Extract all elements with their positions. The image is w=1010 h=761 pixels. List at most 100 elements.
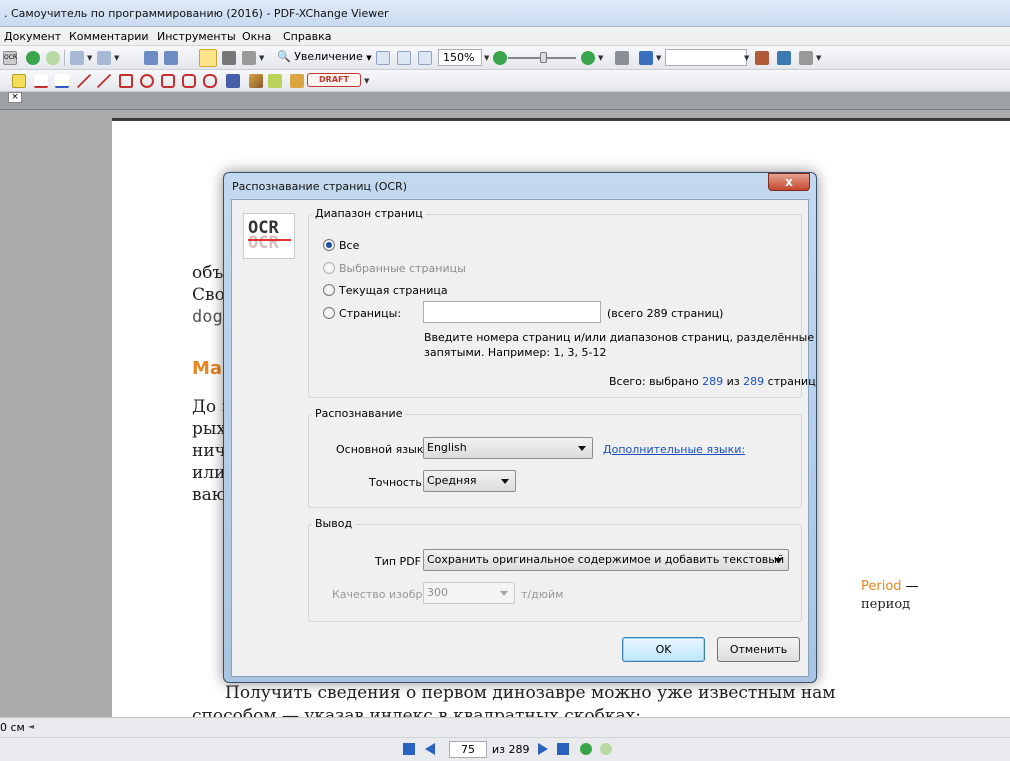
page-text-line: нич bbox=[192, 441, 226, 461]
hand-tool-icon[interactable] bbox=[199, 49, 217, 67]
chevron-down-icon[interactable]: ▼ bbox=[816, 54, 821, 62]
history-forward-icon[interactable] bbox=[600, 743, 612, 755]
arrow-icon[interactable] bbox=[77, 74, 91, 88]
pdf-type-select[interactable]: Сохранить оригинальное содержимое и доба… bbox=[423, 549, 789, 571]
tools-icon[interactable] bbox=[799, 51, 813, 65]
tab-close-button[interactable]: × bbox=[8, 92, 22, 103]
page-text-line: ваю bbox=[192, 485, 227, 505]
chevron-down-icon[interactable]: ▼ bbox=[656, 54, 661, 62]
select-text-icon[interactable] bbox=[242, 51, 256, 65]
zoom-slider-thumb[interactable] bbox=[540, 52, 547, 63]
primary-language-select[interactable]: English bbox=[423, 437, 593, 459]
stamp-icon[interactable] bbox=[290, 74, 304, 88]
strikeout-icon[interactable] bbox=[34, 74, 48, 88]
binoculars-icon[interactable] bbox=[615, 51, 629, 65]
chevron-down-icon[interactable]: ▼ bbox=[744, 54, 749, 62]
snapshot-icon[interactable] bbox=[222, 51, 236, 65]
find-previous-icon[interactable] bbox=[755, 51, 769, 65]
page-text-line: способом — указав индекс в квадратных ск… bbox=[192, 706, 641, 717]
last-page-icon[interactable] bbox=[557, 743, 569, 755]
selection-summary: Всего: выбрано 289 из 289 страниц bbox=[609, 375, 816, 388]
underline-icon[interactable] bbox=[55, 74, 69, 88]
menu-tools[interactable]: Инструменты bbox=[157, 30, 236, 43]
typewriter-icon[interactable] bbox=[12, 74, 26, 88]
previous-page-icon[interactable] bbox=[425, 743, 435, 755]
redo-icon[interactable] bbox=[97, 51, 111, 65]
chevron-down-icon[interactable]: ▼ bbox=[484, 54, 489, 62]
ocr-dialog: Распознавание страниц (OCR) x OCR OCR Ди… bbox=[223, 172, 817, 683]
page-text-line: рых bbox=[192, 419, 226, 439]
chevron-down-icon[interactable]: ▼ bbox=[364, 77, 369, 85]
pdf-type-label: Тип PDF bbox=[375, 555, 421, 568]
polyline-icon[interactable] bbox=[182, 74, 196, 88]
radio-current-page[interactable]: Текущая страница bbox=[323, 284, 448, 297]
menu-comments[interactable]: Комментарии bbox=[69, 30, 149, 43]
ocr-tool-icon[interactable]: OCR bbox=[3, 51, 17, 65]
page-range-input[interactable] bbox=[423, 301, 601, 323]
first-page-icon[interactable] bbox=[403, 743, 415, 755]
forward-icon[interactable] bbox=[46, 51, 60, 65]
page-range-group: Диапазон страниц Все Выбранные страницы … bbox=[308, 207, 816, 398]
cloud-icon[interactable] bbox=[203, 74, 217, 88]
radio-all-pages[interactable]: Все bbox=[323, 239, 359, 252]
total-pages-hint: (всего 289 страниц) bbox=[607, 307, 724, 320]
cancel-button[interactable]: Отменить bbox=[717, 637, 800, 662]
history-back-icon[interactable] bbox=[580, 743, 592, 755]
polygon-icon[interactable] bbox=[161, 74, 175, 88]
search-input[interactable] bbox=[665, 49, 747, 66]
pencil-icon[interactable] bbox=[249, 74, 263, 88]
fit-width-icon[interactable] bbox=[418, 51, 432, 65]
fit-page-icon[interactable] bbox=[397, 51, 411, 65]
recognition-label: Распознавание bbox=[312, 407, 406, 420]
page-section-heading: Ма bbox=[192, 358, 223, 379]
zoom-in-icon[interactable] bbox=[581, 51, 595, 65]
chevron-down-icon[interactable]: ▼ bbox=[259, 54, 264, 62]
rotate-left-icon[interactable] bbox=[144, 51, 158, 65]
next-page-icon[interactable] bbox=[538, 743, 548, 755]
page-text-line: или bbox=[192, 463, 226, 483]
rectangle-icon[interactable] bbox=[119, 74, 133, 88]
units-label: 0 см bbox=[0, 721, 25, 734]
undo-icon[interactable] bbox=[70, 51, 84, 65]
back-icon[interactable] bbox=[26, 51, 40, 65]
draft-stamp-button[interactable]: DRAFT bbox=[307, 73, 361, 87]
main-toolbar: OCR ▼ ▼ ▼ 🔍 Увеличение ▼ 150% ▼ ▼ ▼ ▼ ▼ bbox=[0, 46, 1010, 70]
zoom-tool-button[interactable]: 🔍 Увеличение ▼ bbox=[277, 50, 372, 66]
menu-help[interactable]: Справка bbox=[283, 30, 331, 43]
chevron-down-icon[interactable]: ▼ bbox=[87, 54, 92, 62]
radio-page-range[interactable]: Страницы: bbox=[323, 307, 401, 320]
rotate-right-icon[interactable] bbox=[164, 51, 178, 65]
scroll-left-icon[interactable]: ◄ bbox=[28, 722, 34, 731]
menu-windows[interactable]: Окна bbox=[242, 30, 271, 43]
output-group: Вывод Тип PDF Сохранить оригинальное сод… bbox=[308, 517, 802, 622]
chevron-down-icon[interactable]: ▼ bbox=[598, 54, 603, 62]
chevron-down-icon[interactable]: ▼ bbox=[114, 54, 119, 62]
line-icon[interactable] bbox=[97, 74, 111, 88]
status-bar: 0 см ◄ bbox=[0, 717, 1010, 737]
dialog-title: Распознавание страниц (OCR) bbox=[232, 180, 408, 193]
side-note-translation: период bbox=[861, 597, 911, 612]
page-count-label: из 289 bbox=[492, 743, 530, 756]
window-title: . Самоучитель по программированию (2016)… bbox=[4, 7, 389, 20]
side-note-term: Period — bbox=[861, 579, 919, 594]
accuracy-select[interactable]: Средняя bbox=[423, 470, 516, 492]
zoom-level-input[interactable]: 150% bbox=[438, 49, 482, 66]
highlighter-icon[interactable] bbox=[268, 74, 282, 88]
ok-button[interactable]: OK bbox=[622, 637, 705, 662]
find-next-icon[interactable] bbox=[777, 51, 791, 65]
menu-document[interactable]: Документ bbox=[4, 30, 61, 43]
image-quality-select[interactable]: 300 bbox=[423, 582, 515, 604]
radio-selected-pages[interactable]: Выбранные страницы bbox=[323, 262, 466, 275]
current-page-input[interactable]: 75 bbox=[449, 741, 487, 758]
pushpin-icon[interactable] bbox=[226, 74, 240, 88]
dialog-close-button[interactable]: x bbox=[768, 173, 810, 191]
zoom-out-icon[interactable] bbox=[493, 51, 507, 65]
page-range-help-2: запятыми. Например: 1, 3, 5-12 bbox=[424, 346, 607, 359]
title-bar: . Самоучитель по программированию (2016)… bbox=[0, 0, 1010, 27]
ellipse-icon[interactable] bbox=[140, 74, 154, 88]
search-provider-icon[interactable] bbox=[639, 51, 653, 65]
actual-size-icon[interactable] bbox=[376, 51, 390, 65]
dialog-body: OCR OCR Диапазон страниц Все Выбранные с… bbox=[231, 199, 816, 677]
page-text-line: Сво bbox=[192, 285, 225, 305]
additional-languages-link[interactable]: Дополнительные языки: bbox=[603, 443, 745, 456]
